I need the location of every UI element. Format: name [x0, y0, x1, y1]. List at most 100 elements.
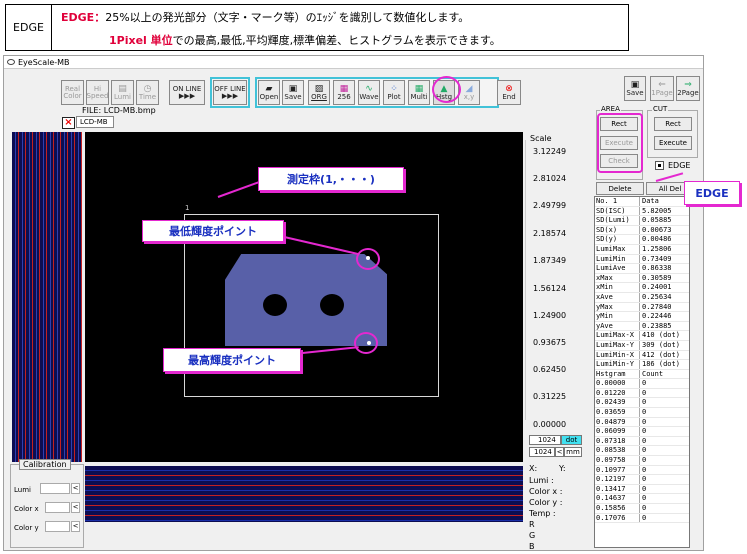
unit-mm-button[interactable]: mm	[564, 447, 582, 457]
table-row[interactable]: 0.00000 0	[595, 379, 689, 389]
table-row[interactable]: yMax 0.27840	[595, 302, 689, 313]
table-row[interactable]: LumiMax-Y 309 (dot)	[595, 340, 689, 351]
page-1-label: 1Page	[651, 89, 673, 97]
table-row[interactable]: xMin 0.24001	[595, 283, 689, 293]
table-value: 0.25634	[642, 292, 672, 301]
table-row[interactable]: 0.04879 0	[595, 417, 689, 428]
table-row[interactable]: LumiMin-Y 186 (dot)	[595, 360, 689, 370]
table-row[interactable]: xMax 0.30589	[595, 273, 689, 284]
bottom-profile-strip	[85, 466, 523, 522]
table-key: SD(ISC)	[595, 206, 640, 216]
calib-lumi-field[interactable]	[40, 483, 70, 494]
readout-b-label: B	[529, 542, 535, 551]
calib-color-x-field[interactable]	[45, 502, 70, 513]
result-table[interactable]: No. 1 Data SD(ISC) 5.82005 SD(Lumi) 0.05885 SD…	[594, 196, 690, 548]
lumi-button[interactable]: ▤ Lumi	[111, 80, 134, 105]
table-row[interactable]: 0.01220 0	[595, 388, 689, 399]
table-value: 0.24001	[642, 283, 672, 292]
unit-dot-button[interactable]: dot	[561, 435, 582, 445]
table-value: 5.82005	[642, 206, 672, 215]
page-1-button[interactable]: ⇐ 1Page	[650, 76, 674, 101]
close-image-icon[interactable]: ×	[62, 117, 75, 129]
table-row[interactable]: 0.10977 0	[595, 465, 689, 476]
end-button[interactable]: ⊗ End	[497, 80, 521, 105]
real-color-button[interactable]: Real Color	[61, 80, 84, 105]
calib-color-y-arrow[interactable]: <	[71, 521, 80, 532]
table-row[interactable]: 0.13417 0	[595, 484, 689, 495]
table-row[interactable]: Hstgram Count	[595, 369, 689, 380]
table-row[interactable]: 0.09758 0	[595, 456, 689, 466]
table-key: 0.08538	[595, 446, 640, 456]
table-row[interactable]: LumiAve 0.86338	[595, 264, 689, 274]
table-row[interactable]: LumiMin 0.73409	[595, 254, 689, 265]
save-data-button[interactable]: ▣ Save	[624, 76, 646, 101]
edge-checkbox-label: EDGE	[668, 161, 691, 170]
table-row[interactable]: 0.02439 0	[595, 398, 689, 409]
height-field[interactable]: 1024	[529, 447, 555, 457]
table-row[interactable]: SD(y) 0.00486	[595, 235, 689, 245]
table-value: 0	[642, 446, 647, 455]
wave-button[interactable]: ∿ Wave	[358, 80, 380, 105]
table-value: 0	[642, 494, 647, 503]
calibration-panel: Calibration Lumi < Color x < Color y <	[10, 459, 84, 548]
color-256-button[interactable]: ▦ 256	[333, 80, 355, 105]
save-button[interactable]: ▣ Save	[282, 80, 304, 105]
table-row[interactable]: SD(x) 0.00673	[595, 225, 689, 236]
table-key: SD(Lumi)	[595, 216, 640, 225]
delete-button[interactable]: Delete	[596, 182, 644, 195]
plot-button[interactable]: ⁘ Plot	[383, 80, 405, 105]
table-value: 0	[642, 484, 647, 493]
org-button[interactable]: ▨ ORG	[308, 80, 330, 105]
table-value: 309 (dot)	[642, 340, 680, 349]
width-field[interactable]: 1024	[529, 435, 561, 445]
table-row[interactable]: 0.15856 0	[595, 504, 689, 514]
cut-execute-button[interactable]: Execute	[654, 136, 692, 150]
table-value: 0	[642, 408, 647, 417]
table-key: 0.14637	[595, 494, 640, 503]
table-row[interactable]: No. 1 Data	[595, 197, 689, 207]
table-row[interactable]: 0.06099 0	[595, 427, 689, 437]
scale-value: 0.62450	[533, 365, 567, 374]
time-button[interactable]: ◷ Time	[136, 80, 159, 105]
online-button[interactable]: ON LINE ▶▶▶	[169, 80, 205, 105]
open-button[interactable]: ▰ Open	[258, 80, 280, 105]
scale-value: 2.49799	[533, 201, 567, 210]
unit-toggle-arrow[interactable]: <	[555, 447, 564, 457]
table-row[interactable]: yAve 0.23885	[595, 321, 689, 332]
table-row[interactable]: 0.17076 0	[595, 513, 689, 524]
table-key: LumiMax-Y	[595, 340, 640, 350]
table-row[interactable]: LumiMax 1.25806	[595, 244, 689, 255]
calib-color-y-field[interactable]	[45, 521, 70, 532]
table-row[interactable]: 0.03659 0	[595, 408, 689, 418]
xy-button[interactable]: ◢ x,y	[458, 80, 480, 105]
table-row[interactable]: 0.14637 0	[595, 494, 689, 504]
area-buttons-highlight	[597, 113, 643, 173]
offline-button[interactable]: OFF LINE ▶▶▶	[213, 80, 247, 105]
table-row[interactable]: SD(Lumi) 0.05885	[595, 216, 689, 226]
table-value: 0.23885	[642, 321, 672, 330]
calib-color-x-arrow[interactable]: <	[71, 502, 80, 513]
table-key: 0.12197	[595, 475, 640, 484]
table-row[interactable]: xAve 0.25634	[595, 292, 689, 303]
table-value: 0	[642, 475, 647, 484]
hi-speed-button[interactable]: Hi Speed	[86, 80, 109, 105]
file-tab[interactable]: LCD-MB	[76, 116, 114, 128]
cut-rect-button[interactable]: Rect	[654, 117, 692, 131]
table-value: 0	[642, 436, 647, 445]
edge-checkbox[interactable]	[655, 161, 664, 170]
calib-lumi-arrow[interactable]: <	[71, 483, 80, 494]
table-key: LumiMax-X	[595, 331, 640, 340]
table-key: 0.00000	[595, 379, 640, 388]
page-2-button[interactable]: ⇒ 2Page	[676, 76, 700, 101]
table-key: 0.17076	[595, 513, 640, 523]
table-row[interactable]: 0.08538 0	[595, 446, 689, 457]
table-row[interactable]: yMin 0.22446	[595, 312, 689, 322]
description-text-2: での最高,最低,平均輝度,標準偏差、ヒストグラムを表示できます。	[172, 34, 501, 47]
table-row[interactable]: LumiMax-X 410 (dot)	[595, 331, 689, 341]
table-row[interactable]: 0.12197 0	[595, 475, 689, 485]
multi-button[interactable]: ▦ Multi	[408, 80, 430, 105]
table-key: 0.10977	[595, 465, 640, 475]
table-row[interactable]: 0.07318 0	[595, 436, 689, 447]
table-row[interactable]: LumiMin-X 412 (dot)	[595, 350, 689, 361]
table-row[interactable]: SD(ISC) 5.82005	[595, 206, 689, 217]
